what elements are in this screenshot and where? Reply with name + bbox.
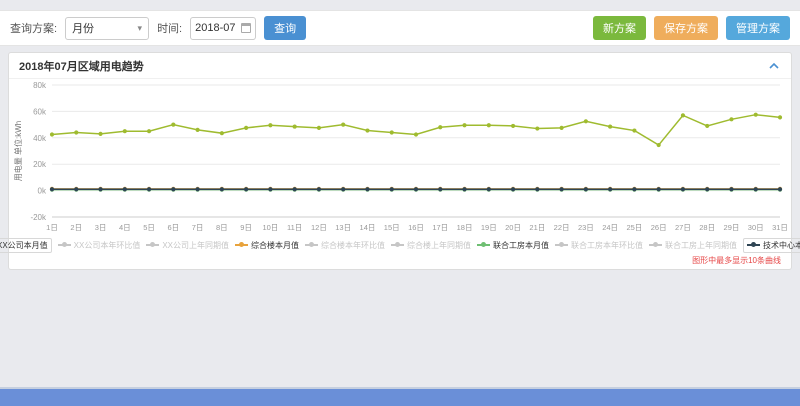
time-input-field[interactable] <box>195 22 241 34</box>
legend-marker-icon <box>747 244 760 246</box>
legend-marker-icon <box>391 244 404 246</box>
svg-text:27日: 27日 <box>675 223 691 232</box>
legend-item[interactable]: 综合楼上年同期值 <box>391 240 471 251</box>
svg-text:0k: 0k <box>38 187 47 196</box>
svg-text:2日: 2日 <box>70 223 82 232</box>
svg-text:16日: 16日 <box>408 223 424 232</box>
svg-text:用电量 单位:kWh: 用电量 单位:kWh <box>13 121 23 181</box>
svg-text:3日: 3日 <box>95 223 107 232</box>
save-plan-button[interactable]: 保存方案 <box>654 16 718 40</box>
legend-label: XX公司上年同期值 <box>162 240 229 251</box>
svg-text:20日: 20日 <box>505 223 521 232</box>
legend-marker-icon <box>305 244 318 246</box>
svg-text:7日: 7日 <box>192 223 204 232</box>
time-input[interactable] <box>190 17 256 40</box>
chart-legend: XX公司本月值XX公司本年环比值XX公司上年同期值综合楼本月值综合楼本年环比值综… <box>9 237 791 253</box>
panel-title: 2018年07月区域用电趋势 <box>19 58 144 74</box>
svg-text:17日: 17日 <box>432 223 448 232</box>
legend-label: 综合楼上年同期值 <box>407 240 471 251</box>
line-chart-svg: 80k 60k 40k 20k 0k -20k 用电量 单位:kWh 1日 2日 3日 4日 5日 6日… <box>10 79 790 237</box>
svg-text:13日: 13日 <box>335 223 351 232</box>
svg-text:40k: 40k <box>33 134 47 143</box>
legend-item[interactable]: XX公司上年同期值 <box>146 240 229 251</box>
line-chart: 80k 60k 40k 20k 0k -20k 用电量 单位:kWh 1日 2日 3日 4日 5日 6日… <box>10 79 790 237</box>
legend-label: 技术中心本月值 <box>763 240 800 251</box>
chevron-up-icon[interactable] <box>767 61 781 71</box>
svg-text:4日: 4日 <box>119 223 131 232</box>
legend-item[interactable]: 技术中心本月值 <box>743 238 800 253</box>
svg-text:28日: 28日 <box>699 223 715 232</box>
legend-item[interactable]: 联合工房上年同期值 <box>649 240 737 251</box>
svg-text:30日: 30日 <box>748 223 764 232</box>
svg-text:10日: 10日 <box>262 223 278 232</box>
svg-text:80k: 80k <box>33 81 47 90</box>
legend-label: 联合工房上年同期值 <box>665 240 737 251</box>
svg-text:6日: 6日 <box>167 223 179 232</box>
legend-marker-icon <box>477 244 490 246</box>
svg-text:29日: 29日 <box>724 223 740 232</box>
legend-label: 综合楼本月值 <box>251 240 299 251</box>
svg-text:12日: 12日 <box>311 223 327 232</box>
svg-text:31日: 31日 <box>772 223 788 232</box>
svg-text:8日: 8日 <box>216 223 228 232</box>
legend-marker-icon <box>58 244 71 246</box>
svg-text:9日: 9日 <box>240 223 252 232</box>
svg-text:5日: 5日 <box>143 223 155 232</box>
svg-text:21日: 21日 <box>529 223 545 232</box>
panel-header: 2018年07月区域用电趋势 <box>9 53 791 79</box>
query-plan-label: 查询方案: <box>10 20 57 36</box>
plan-select-value: 月份 <box>72 20 94 36</box>
svg-text:24日: 24日 <box>602 223 618 232</box>
svg-text:20k: 20k <box>33 160 47 169</box>
legend-item[interactable]: XX公司本年环比值 <box>58 240 141 251</box>
legend-item[interactable]: 联合工房本年环比值 <box>555 240 643 251</box>
toolbar: 查询方案: 月份 ▾ 时间: 查询 新方案 保存方案 管理方案 <box>0 10 800 46</box>
legend-item[interactable]: XX公司本月值 <box>0 238 52 253</box>
legend-label: XX公司本年环比值 <box>74 240 141 251</box>
svg-text:19日: 19日 <box>481 223 497 232</box>
time-label: 时间: <box>157 20 182 36</box>
new-plan-button[interactable]: 新方案 <box>593 16 646 40</box>
svg-text:22日: 22日 <box>554 223 570 232</box>
svg-text:1日: 1日 <box>46 223 58 232</box>
legend-label: 综合楼本年环比值 <box>321 240 385 251</box>
svg-text:-20k: -20k <box>30 213 47 222</box>
legend-label: 联合工房本月值 <box>493 240 549 251</box>
calendar-icon <box>241 23 251 33</box>
svg-text:11日: 11日 <box>287 223 302 232</box>
max-curves-note: 图形中最多显示10条曲线 <box>9 253 791 266</box>
plan-select[interactable]: 月份 ▾ <box>65 17 149 40</box>
svg-text:60k: 60k <box>33 107 47 116</box>
chevron-down-icon: ▾ <box>138 23 143 34</box>
legend-marker-icon <box>146 244 159 246</box>
svg-text:14日: 14日 <box>360 223 376 232</box>
legend-item[interactable]: 综合楼本年环比值 <box>305 240 385 251</box>
legend-item[interactable]: 综合楼本月值 <box>235 240 299 251</box>
legend-item[interactable]: 联合工房本月值 <box>477 240 549 251</box>
legend-label: XX公司本月值 <box>0 240 48 251</box>
manage-plan-button[interactable]: 管理方案 <box>726 16 790 40</box>
query-button[interactable]: 查询 <box>264 16 306 40</box>
svg-text:25日: 25日 <box>626 223 642 232</box>
svg-text:15日: 15日 <box>384 223 400 232</box>
bottom-bar <box>0 387 800 406</box>
legend-label: 联合工房本年环比值 <box>571 240 643 251</box>
svg-text:26日: 26日 <box>651 223 667 232</box>
legend-marker-icon <box>649 244 662 246</box>
svg-text:23日: 23日 <box>578 223 594 232</box>
chart-panel: 2018年07月区域用电趋势 80k 60k 40k 20k 0k -20k 用电量 单位:… <box>8 52 792 270</box>
legend-marker-icon <box>235 244 248 246</box>
svg-text:18日: 18日 <box>457 223 473 232</box>
legend-marker-icon <box>555 244 568 246</box>
